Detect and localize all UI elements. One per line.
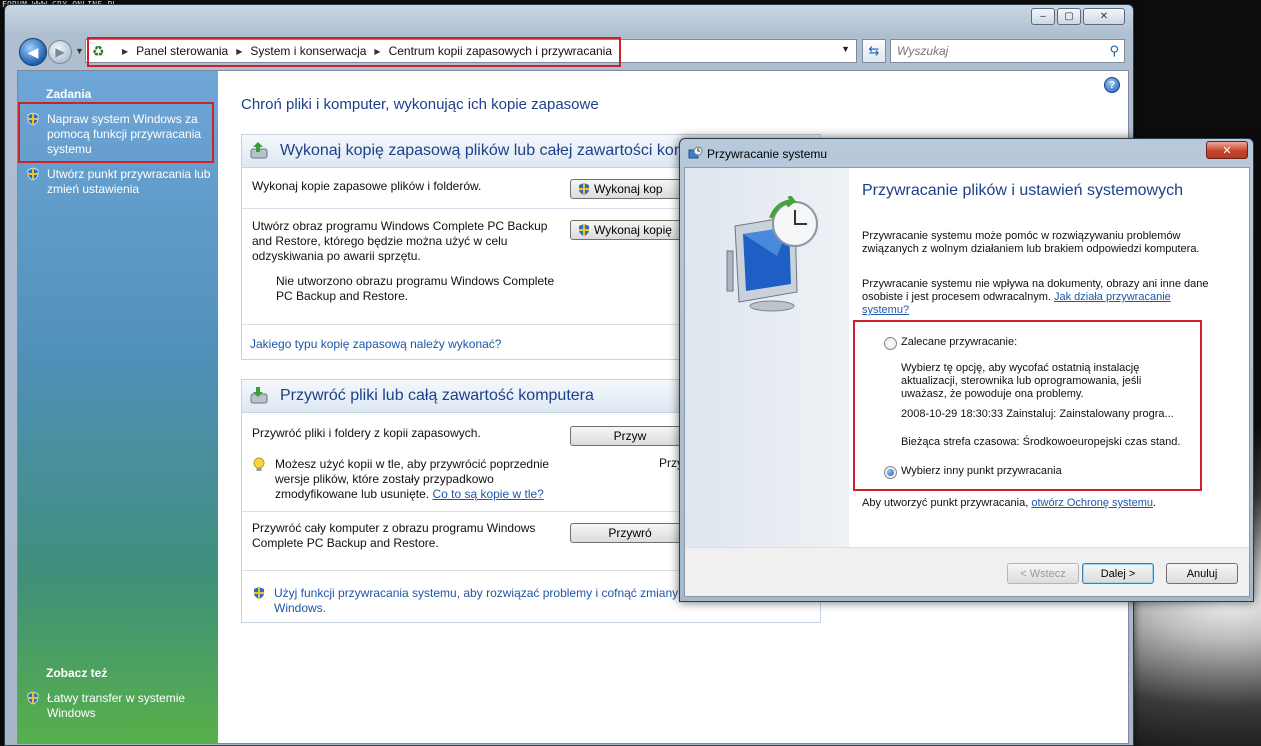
recommended-restore-point: 2008-10-29 18:30:33 Zainstaluj: Zainstal… — [901, 408, 1174, 420]
backup-image-button[interactable]: Wykonaj kopię — [570, 220, 690, 240]
see-also-easy-transfer-label: Łatwy transfer w systemie Windows — [47, 691, 186, 720]
back-button-dialog[interactable]: < Wstecz — [1007, 563, 1079, 584]
back-arrow-icon: ◀ — [27, 43, 39, 60]
monitor-clock-icon — [726, 196, 818, 312]
dialog-info-text: Przywracanie systemu nie wpływa na dokum… — [862, 278, 1217, 317]
backup-files-text: Wykonaj kopie zapasowe plików i folderów… — [252, 179, 482, 193]
navigation-bar: ◀ ▶ ▼ ♻ ▶ Panel sterowania ▶ System i ko… — [15, 37, 1127, 67]
dialog-close-button[interactable]: ✕ — [1206, 141, 1248, 159]
backup-type-help-link[interactable]: Jakiego typu kopię zapasową należy wykon… — [250, 337, 501, 351]
system-restore-dialog: Przywracanie systemu ✕ Przywracanie plik… — [679, 138, 1254, 602]
dialog-intro-text: Przywracanie systemu może pomóc w rozwią… — [862, 230, 1200, 255]
restore-computer-button-label: Przywró — [608, 526, 652, 540]
recommended-restore-desc: Wybierz tę opcję, aby wycofać ostatnią i… — [901, 362, 1142, 400]
search-input[interactable] — [895, 43, 1099, 59]
forward-button[interactable]: ▶ — [48, 40, 72, 64]
uac-shield-icon — [579, 183, 589, 195]
close-button[interactable]: ✕ — [1083, 8, 1125, 25]
page-title: Chroń pliki i komputer, wykonując ich ko… — [241, 96, 599, 113]
recommended-restore-label[interactable]: Zalecane przywracanie: — [901, 336, 1017, 349]
create-restore-point-period: . — [1153, 497, 1157, 509]
shield-icon — [27, 691, 39, 705]
restore-panel-title: Przywróć pliki lub całą zawartość komput… — [280, 387, 594, 404]
backup-files-button-label: Wykonaj kop — [594, 182, 663, 196]
dialog-side-art — [685, 168, 849, 548]
address-highlight-box — [87, 37, 621, 67]
system-restore-link[interactable]: Użyj funkcji przywracania systemu, aby r… — [274, 586, 690, 601]
help-icon[interactable]: ? — [1104, 77, 1120, 93]
recommended-restore-radio[interactable] — [884, 337, 897, 350]
back-button[interactable]: ◀ — [19, 38, 47, 66]
create-restore-point-prefix: Aby utworzyć punkt przywracania, — [862, 497, 1029, 509]
search-box: ⚲ — [890, 39, 1125, 63]
address-dropdown-icon[interactable]: ▼ — [841, 44, 850, 54]
tasks-heading: Zadania — [46, 87, 92, 101]
recent-pages-dropdown[interactable]: ▼ — [75, 46, 84, 56]
system-restore-title-icon — [688, 146, 703, 159]
cancel-button[interactable]: Anuluj — [1166, 563, 1238, 584]
shadow-copy-tip: Możesz użyć kopii w tle, aby przywrócić … — [275, 457, 575, 502]
dialog-title: Przywracanie systemu — [707, 147, 828, 161]
choose-restore-point-radio[interactable] — [884, 466, 897, 479]
task-highlight-box — [18, 102, 214, 163]
see-also-heading: Zobacz też — [46, 666, 108, 680]
lightbulb-icon — [252, 457, 266, 471]
system-protection-link[interactable]: otwórz Ochronę systemu — [1031, 497, 1153, 509]
backup-icon — [250, 142, 268, 159]
system-restore-link-cont[interactable]: Windows. — [274, 601, 690, 616]
task-create-restore-point[interactable]: Utwórz punkt przywracania lub zmień usta… — [26, 167, 216, 197]
next-button[interactable]: Dalej > — [1082, 563, 1154, 584]
backup-image-button-label: Wykonaj kopię — [594, 223, 672, 237]
choose-restore-point-label[interactable]: Wybierz inny punkt przywracania — [901, 465, 1062, 478]
uac-shield-icon — [579, 224, 589, 236]
restore-icon — [250, 387, 268, 404]
see-also-easy-transfer[interactable]: Łatwy transfer w systemie Windows — [26, 691, 206, 721]
restore-files-button-label: Przyw — [613, 429, 647, 443]
dialog-body: Przywracanie plików i ustawień systemowy… — [684, 167, 1250, 597]
maximize-button[interactable]: ▢ — [1057, 8, 1081, 25]
forward-arrow-icon: ▶ — [55, 45, 65, 59]
backup-image-text: Utwórz obraz programu Windows Complete P… — [252, 219, 548, 263]
backup-panel-title: Wykonaj kopię zapasową plików lub całej … — [280, 142, 688, 159]
window-controls: ‒ ▢ ✕ — [1031, 8, 1125, 25]
restore-files-text: Przywróć pliki i foldery z kopii zapasow… — [252, 426, 481, 440]
task-create-restore-point-label: Utwórz punkt przywracania lub zmień usta… — [47, 167, 211, 196]
shield-icon — [27, 167, 39, 181]
refresh-button[interactable]: ⇆ — [862, 39, 886, 63]
minimize-button[interactable]: ‒ — [1031, 8, 1055, 25]
refresh-icon: ⇆ — [868, 43, 880, 58]
create-restore-point-text: Aby utworzyć punkt przywracania, otwórz … — [862, 497, 1232, 510]
restore-computer-text: Przywróć cały komputer z obrazu programu… — [252, 521, 536, 550]
task-pane: Zadania Napraw system Windows za pomocą … — [18, 71, 218, 743]
system-restore-link-row[interactable]: Użyj funkcji przywracania systemu, aby r… — [252, 586, 690, 616]
backup-files-button[interactable]: Wykonaj kop — [570, 179, 690, 199]
dialog-footer — [685, 547, 1249, 596]
restore-computer-button[interactable]: Przywró — [570, 523, 690, 543]
restore-files-button[interactable]: Przyw — [570, 426, 690, 446]
backup-image-note: Nie utworzono obrazu programu Windows Co… — [276, 274, 555, 303]
search-icon[interactable]: ⚲ — [1109, 43, 1119, 59]
timezone-text: Bieżąca strefa czasowa: Środkowoeuropejs… — [901, 436, 1181, 448]
shield-icon — [254, 587, 264, 599]
dialog-heading: Przywracanie plików i ustawień systemowy… — [862, 182, 1183, 199]
shadow-copy-help-link[interactable]: Co to są kopie w tle? — [432, 487, 543, 501]
